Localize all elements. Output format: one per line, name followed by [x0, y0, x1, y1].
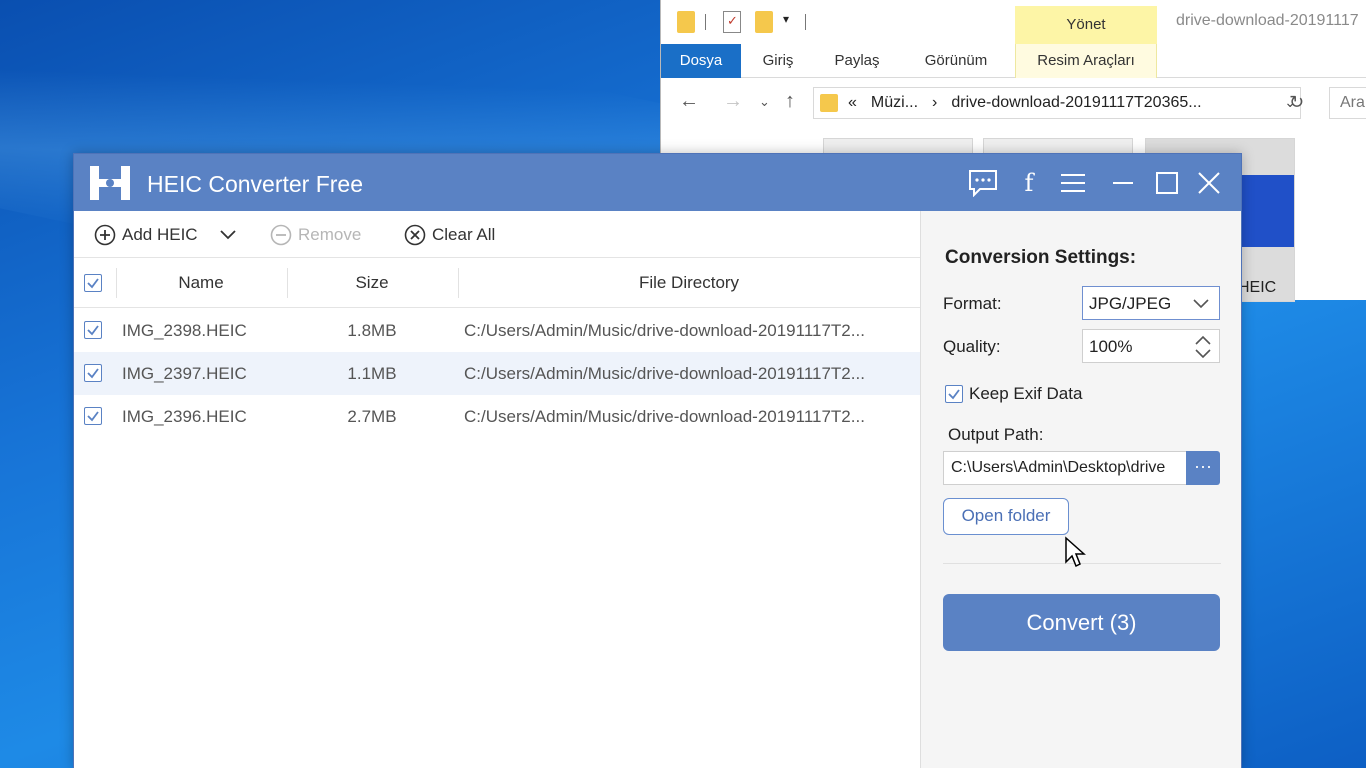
open-folder-button[interactable]: Open folder	[943, 498, 1069, 535]
folder-icon	[820, 94, 838, 112]
app-title: HEIC Converter Free	[147, 171, 364, 197]
browse-button[interactable]: ···	[1186, 451, 1220, 485]
file-directory: C:/Users/Admin/Music/drive-download-2019…	[464, 407, 865, 426]
keep-exif-checkbox[interactable]	[945, 385, 963, 403]
forward-arrow-icon[interactable]: →	[723, 90, 743, 113]
clear-all-button[interactable]: Clear All	[404, 223, 495, 247]
column-header-directory[interactable]: File Directory	[458, 258, 920, 308]
x-circle-icon	[404, 224, 426, 246]
keep-exif-label[interactable]: Keep Exif Data	[969, 384, 1082, 404]
remove-label: Remove	[298, 225, 362, 244]
output-path-label: Output Path:	[948, 425, 1044, 444]
quality-label: Quality:	[943, 337, 1001, 356]
maximize-icon[interactable]	[1148, 164, 1186, 202]
close-icon[interactable]	[1190, 164, 1228, 202]
clear-all-label: Clear All	[432, 225, 496, 244]
file-list-pane: Add HEIC Remove Clear All Name Size File…	[74, 211, 920, 768]
new-folder-icon[interactable]	[755, 11, 773, 33]
row-checkbox[interactable]	[84, 407, 102, 425]
add-heic-label: Add HEIC	[122, 225, 198, 244]
file-size: 1.1MB	[347, 364, 397, 383]
table-row[interactable]: IMG_2398.HEIC 1.8MB C:/Users/Admin/Music…	[74, 309, 920, 352]
feedback-icon[interactable]	[964, 164, 1002, 202]
tab-home[interactable]: Giriş	[747, 44, 809, 78]
recent-locations-chevron-icon[interactable]: ⌄	[759, 94, 770, 110]
stepper-arrows-icon[interactable]	[1193, 334, 1213, 360]
row-checkbox[interactable]	[84, 364, 102, 382]
back-arrow-icon[interactable]: ←	[679, 90, 699, 113]
quality-stepper[interactable]: 100%	[1082, 329, 1220, 363]
minimize-icon[interactable]	[1104, 164, 1142, 202]
file-directory: C:/Users/Admin/Music/drive-download-2019…	[464, 321, 865, 340]
ribbon-tabs: Dosya Giriş Paylaş Görünüm Resim Araçlar…	[661, 44, 1366, 78]
breadcrumb-music[interactable]: Müzi...	[871, 94, 918, 112]
up-arrow-icon[interactable]: ↑	[785, 90, 795, 113]
tab-manage[interactable]: Yönet	[1015, 6, 1157, 44]
add-options-dropdown[interactable]	[218, 222, 238, 246]
folder-icon[interactable]	[677, 11, 695, 33]
title-bar[interactable]: HEIC Converter Free f	[74, 154, 1241, 211]
quality-value: 100%	[1089, 337, 1133, 356]
address-path: « Müzi... › drive-download-20191117T20365..…	[848, 94, 1216, 112]
add-heic-button[interactable]: Add HEIC	[94, 223, 198, 247]
refresh-icon[interactable]: ↻	[1289, 92, 1304, 113]
toolbar-divider	[805, 14, 806, 30]
chevron-down-icon	[220, 230, 236, 240]
tab-view[interactable]: Görünüm	[909, 44, 1003, 78]
file-name: IMG_2398.HEIC	[122, 321, 247, 340]
file-toolbar: Add HEIC Remove Clear All	[74, 211, 920, 258]
app-logo-icon	[90, 166, 130, 200]
column-header-name[interactable]: Name	[116, 258, 286, 308]
breadcrumb-separator: ›	[932, 94, 938, 111]
format-value: JPG/JPEG	[1089, 294, 1172, 313]
settings-title: Conversion Settings:	[945, 247, 1137, 268]
file-name: IMG_2396.HEIC	[122, 407, 247, 426]
column-header-size[interactable]: Size	[287, 258, 457, 308]
file-size: 1.8MB	[347, 321, 397, 340]
table-row[interactable]: IMG_2396.HEIC 2.7MB C:/Users/Admin/Music…	[74, 395, 920, 438]
breadcrumb-drive-download[interactable]: drive-download-20191117T20365...	[951, 94, 1201, 112]
customize-toolbar-icon[interactable]: ▾	[783, 12, 789, 26]
conversion-settings-pane: Conversion Settings: Format: JPG/JPEG Qu…	[920, 211, 1241, 768]
format-label: Format:	[943, 294, 1002, 313]
thumbnail-label: HEIC	[1238, 279, 1277, 296]
table-row[interactable]: IMG_2397.HEIC 1.1MB C:/Users/Admin/Music…	[74, 352, 920, 395]
select-all-checkbox[interactable]	[84, 274, 102, 292]
chevron-down-icon	[1193, 299, 1209, 309]
mouse-pointer-icon	[1065, 536, 1086, 568]
format-select[interactable]: JPG/JPEG	[1082, 286, 1220, 320]
file-size: 2.7MB	[347, 407, 397, 426]
tab-share[interactable]: Paylaş	[821, 44, 893, 78]
toolbar-divider	[705, 14, 706, 30]
address-bar[interactable]: « Müzi... › drive-download-20191117T20365..…	[813, 87, 1301, 119]
convert-button[interactable]: Convert (3)	[943, 594, 1220, 651]
tab-file[interactable]: Dosya	[661, 44, 741, 78]
navigation-bar: ← → ⌄ ↑ « Müzi... › drive-download-20191117…	[661, 84, 1366, 122]
file-directory: C:/Users/Admin/Music/drive-download-2019…	[464, 364, 865, 383]
tab-picture-tools[interactable]: Resim Araçları	[1015, 44, 1157, 78]
heic-converter-window: HEIC Converter Free f Add HEIC Remove Cl…	[73, 153, 1242, 768]
properties-icon[interactable]	[723, 11, 741, 33]
minus-circle-icon	[270, 224, 292, 246]
menu-icon[interactable]	[1054, 164, 1092, 202]
plus-circle-icon	[94, 224, 116, 246]
quick-access-toolbar: ▾ Yönet drive-download-20191117	[661, 0, 1366, 44]
table-header: Name Size File Directory	[74, 258, 920, 308]
output-path-input[interactable]: C:\Users\Admin\Desktop\drive	[943, 451, 1187, 485]
file-name: IMG_2397.HEIC	[122, 364, 247, 383]
search-input[interactable]: Ara	[1329, 87, 1366, 119]
explorer-window-title: drive-download-20191117	[1176, 12, 1359, 29]
facebook-icon[interactable]: f	[1010, 164, 1048, 202]
remove-button[interactable]: Remove	[270, 223, 361, 247]
row-checkbox[interactable]	[84, 321, 102, 339]
address-overflow[interactable]: «	[848, 94, 857, 112]
